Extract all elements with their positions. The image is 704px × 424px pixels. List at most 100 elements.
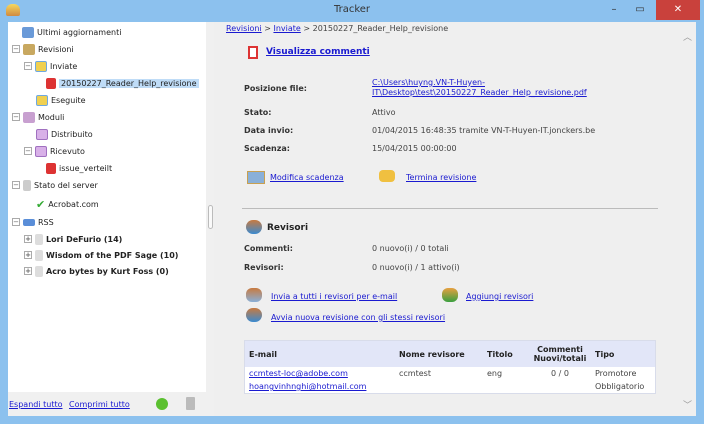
expand-all-link[interactable]: Espandi tutto	[9, 400, 63, 409]
navigation-tree: Ultimi aggiornamenti − Revisioni − Inviate…	[8, 22, 206, 416]
breadcrumb-sent[interactable]: Inviate	[273, 24, 300, 33]
tree-label: 20150227_Reader_Help_revisione	[59, 78, 199, 88]
status-label: Stato:	[244, 108, 272, 117]
tree-item-reviews[interactable]: − Revisioni	[12, 42, 74, 56]
tree-label: RSS	[38, 217, 54, 227]
restart-review-link[interactable]: Avvia nuova revisione con gli stessi rev…	[271, 313, 445, 322]
tree-label: Ricevuto	[50, 146, 85, 156]
expand-icon[interactable]: +	[24, 267, 32, 275]
expand-icon[interactable]: +	[24, 235, 32, 243]
feed-icon	[35, 249, 43, 261]
reviewer-title	[483, 380, 529, 393]
table-row[interactable]: ccmtest-loc@adobe.com ccmtest eng 0 / 0 …	[245, 367, 655, 380]
change-deadline-link[interactable]: Modifica scadenza	[270, 173, 344, 182]
column-header[interactable]: Titolo	[483, 341, 529, 367]
expand-icon[interactable]: +	[24, 251, 32, 259]
tree-item-server[interactable]: − Stato del server	[12, 178, 98, 192]
deadline-label: Scadenza:	[244, 144, 291, 153]
tree-label: Stato del server	[34, 180, 98, 190]
tree-label: Moduli	[38, 112, 65, 122]
trash-icon[interactable]	[186, 397, 195, 410]
scroll-up-icon[interactable]: ︿	[683, 30, 692, 43]
collapse-icon[interactable]: −	[24, 62, 32, 70]
tree-label: Acrobat.com	[48, 199, 99, 209]
view-comments-link[interactable]: Visualizza commenti	[266, 47, 370, 57]
tree-item-latest[interactable]: Ultimi aggiornamenti	[22, 25, 121, 39]
email-reviewers-icon	[246, 288, 262, 302]
folder-icon	[36, 94, 48, 106]
file-path-link[interactable]: C:\Users\huyng.VN-T-Huyen- IT\Desktop\tes…	[372, 78, 587, 98]
breadcrumb-reviews[interactable]: Revisioni	[226, 24, 262, 33]
tree-label: Eseguite	[51, 95, 86, 105]
tree-item-done[interactable]: Eseguite	[36, 93, 86, 107]
server-icon	[23, 179, 31, 191]
status-value: Attivo	[372, 108, 396, 117]
tree-label: Inviate	[50, 61, 78, 71]
collapse-all-link[interactable]: Comprimi tutto	[69, 400, 130, 409]
reviewers-table: E-mail Nome revisore Titolo Commenti Nuo…	[244, 340, 656, 394]
tree-item-sent[interactable]: − Inviate	[24, 59, 77, 73]
reviewer-email[interactable]: ccmtest-loc@adobe.com	[245, 367, 395, 380]
collapse-icon[interactable]: −	[12, 45, 20, 53]
pdf-icon	[248, 46, 258, 59]
collapse-icon[interactable]: −	[12, 218, 20, 226]
form-icon	[36, 128, 48, 140]
file-path-line[interactable]: IT\Desktop\test\20150227_Reader_Help_rev…	[372, 88, 587, 98]
reviewer-type: Promotore	[591, 367, 655, 380]
table-row[interactable]: hoangvinhnghi@hotmail.com Obbligatorio	[245, 380, 655, 393]
tree-item-feed[interactable]: + Acro bytes by Kurt Foss (0)	[24, 264, 169, 278]
help-icon[interactable]	[156, 398, 168, 410]
column-header[interactable]: Tipo	[591, 341, 655, 367]
tree-item-acrobat[interactable]: ✔ Acrobat.com	[36, 197, 99, 211]
column-header[interactable]: Commenti Nuovi/totali	[529, 341, 591, 367]
tree-item-rss[interactable]: − RSS	[12, 215, 54, 229]
tree-item-selected-doc[interactable]: 20150227_Reader_Help_revisione	[46, 76, 199, 90]
breadcrumb: Revisioni > Inviate > 20150227_Reader_He…	[226, 24, 448, 33]
column-header[interactable]: Nome revisore	[395, 341, 483, 367]
tree-item-received[interactable]: − Ricevuto	[24, 144, 85, 158]
reviewer-name	[395, 380, 483, 393]
vertical-scrollbar[interactable]: ︿ ﹀	[680, 22, 696, 416]
splitter-grip[interactable]	[208, 205, 213, 229]
rss-icon	[23, 218, 35, 226]
tree-item-distributed[interactable]: Distribuito	[36, 127, 93, 141]
collapse-icon[interactable]: −	[24, 147, 32, 155]
reviewer-comments: 0 / 0	[529, 367, 591, 380]
calendar-icon	[247, 171, 265, 184]
maximize-button[interactable]: ▭	[626, 0, 654, 20]
tree-item-feed[interactable]: + Wisdom of the PDF Sage (10)	[24, 248, 178, 262]
collapse-icon[interactable]: −	[12, 181, 20, 189]
reviewer-email[interactable]: hoangvinhnghi@hotmail.com	[245, 380, 395, 393]
folder-icon	[35, 60, 47, 72]
reviewer-title: eng	[483, 367, 529, 380]
tree-item-feed[interactable]: + Lori DeFurio (14)	[24, 232, 122, 246]
close-button[interactable]: ✕	[656, 0, 700, 20]
reviewers-icon	[246, 220, 262, 234]
title-bar: Tracker – ▭ ✕	[0, 0, 704, 22]
tree-label: Acro bytes by Kurt Foss (0)	[46, 266, 169, 276]
tree-item-issue[interactable]: issue_verteilt	[46, 161, 112, 175]
end-review-link[interactable]: Termina revisione	[406, 173, 476, 182]
sent-date-label: Data invio:	[244, 126, 294, 135]
restart-review-icon	[246, 308, 262, 322]
comments-value: 0 nuovo(i) / 0 totali	[372, 244, 449, 253]
scroll-down-icon[interactable]: ﹀	[683, 398, 692, 411]
file-path-line[interactable]: C:\Users\huyng.VN-T-Huyen-	[372, 78, 587, 88]
pdf-icon	[46, 77, 56, 89]
breadcrumb-separator: >	[303, 24, 311, 33]
file-label: Posizione file:	[244, 84, 307, 93]
minimize-button[interactable]: –	[600, 0, 628, 20]
tree-footer: Espandi tutto Comprimi tutto	[8, 392, 206, 416]
window-title: Tracker	[333, 4, 371, 15]
table-header: E-mail Nome revisore Titolo Commenti Nuo…	[245, 341, 655, 367]
end-review-icon	[379, 170, 395, 182]
add-reviewers-link[interactable]: Aggiungi revisori	[466, 292, 533, 301]
tree-item-forms[interactable]: − Moduli	[12, 110, 64, 124]
tray-icon	[23, 43, 35, 55]
comments-label: Commenti:	[244, 244, 293, 253]
tree-label: Wisdom of the PDF Sage (10)	[46, 250, 179, 260]
collapse-icon[interactable]: −	[12, 113, 20, 121]
email-all-reviewers-link[interactable]: Invia a tutti i revisori per e-mail	[271, 292, 397, 301]
column-header[interactable]: E-mail	[245, 341, 395, 367]
divider	[242, 208, 658, 209]
